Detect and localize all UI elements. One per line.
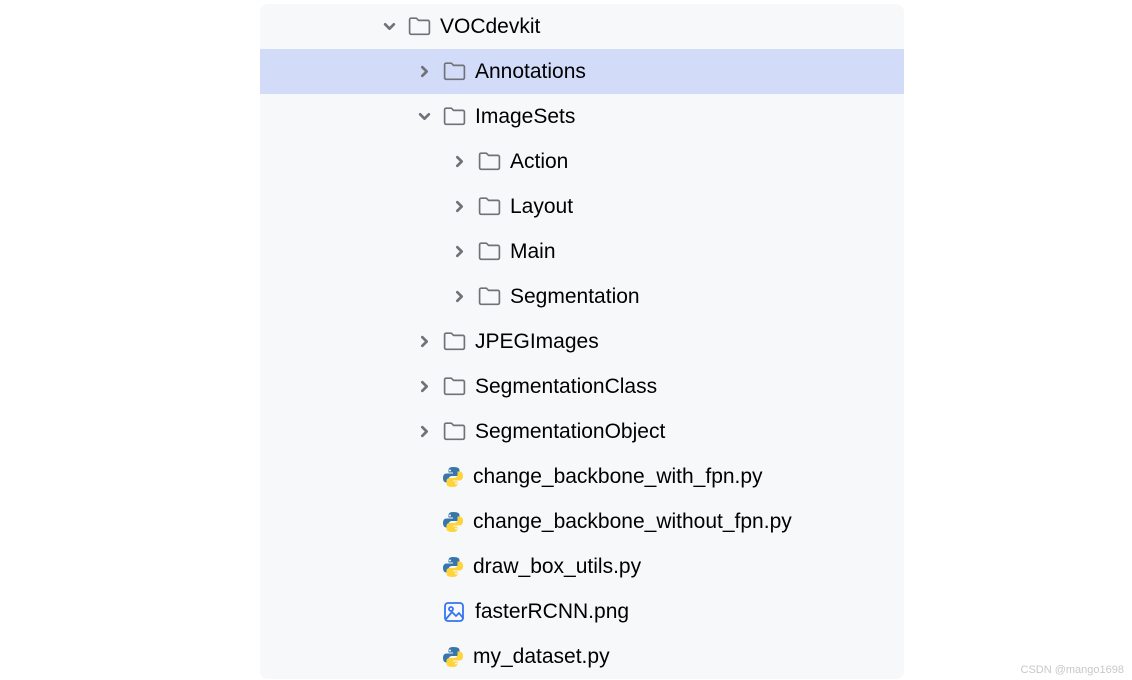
folder-icon (476, 194, 502, 220)
folder-icon (476, 284, 502, 310)
python-file-icon (441, 510, 465, 534)
watermark: CSDN @mango1698 (1021, 664, 1125, 676)
tree-row[interactable]: Annotations (260, 49, 904, 94)
tree-row[interactable]: Main (260, 229, 904, 274)
chevron-down-icon[interactable] (415, 108, 433, 126)
tree-row[interactable]: change_backbone_without_fpn.py (260, 499, 904, 544)
tree-row[interactable]: VOCdevkit (260, 4, 904, 49)
chevron-down-icon[interactable] (380, 18, 398, 36)
folder-icon (406, 14, 432, 40)
chevron-right-icon[interactable] (415, 378, 433, 396)
file-tree: VOCdevkit Annotations ImageSets Action Layou… (260, 4, 904, 679)
chevron-right-icon[interactable] (450, 153, 468, 171)
tree-item-label: Layout (510, 195, 573, 219)
folder-icon (441, 419, 467, 445)
python-file-icon (441, 645, 465, 669)
folder-icon (476, 239, 502, 265)
tree-item-label: VOCdevkit (440, 15, 540, 39)
tree-row[interactable]: Segmentation (260, 274, 904, 319)
folder-icon (441, 59, 467, 85)
folder-icon (441, 329, 467, 355)
tree-row[interactable]: Action (260, 139, 904, 184)
folder-icon (441, 104, 467, 130)
tree-item-label: Annotations (475, 60, 586, 84)
tree-item-label: fasterRCNN.png (475, 600, 629, 624)
tree-row[interactable]: my_dataset.py (260, 634, 904, 679)
image-file-icon (441, 599, 467, 625)
tree-item-label: SegmentationClass (475, 375, 657, 399)
tree-row[interactable]: SegmentationClass (260, 364, 904, 409)
chevron-right-icon[interactable] (450, 243, 468, 261)
chevron-right-icon[interactable] (415, 63, 433, 81)
tree-item-label: change_backbone_with_fpn.py (473, 465, 763, 489)
tree-row[interactable]: fasterRCNN.png (260, 589, 904, 634)
chevron-right-icon[interactable] (415, 333, 433, 351)
tree-row[interactable]: SegmentationObject (260, 409, 904, 454)
tree-item-label: SegmentationObject (475, 420, 665, 444)
tree-item-label: my_dataset.py (473, 645, 610, 669)
chevron-right-icon[interactable] (450, 198, 468, 216)
chevron-right-icon[interactable] (450, 288, 468, 306)
tree-item-label: Segmentation (510, 285, 640, 309)
tree-item-label: Main (510, 240, 556, 264)
tree-item-label: Action (510, 150, 568, 174)
tree-row[interactable]: JPEGImages (260, 319, 904, 364)
tree-item-label: ImageSets (475, 105, 575, 129)
tree-row[interactable]: ImageSets (260, 94, 904, 139)
tree-item-label: JPEGImages (475, 330, 599, 354)
python-file-icon (441, 555, 465, 579)
tree-item-label: change_backbone_without_fpn.py (473, 510, 792, 534)
tree-item-label: draw_box_utils.py (473, 555, 641, 579)
folder-icon (476, 149, 502, 175)
tree-row[interactable]: Layout (260, 184, 904, 229)
chevron-right-icon[interactable] (415, 423, 433, 441)
folder-icon (441, 374, 467, 400)
tree-row[interactable]: change_backbone_with_fpn.py (260, 454, 904, 499)
tree-row[interactable]: draw_box_utils.py (260, 544, 904, 589)
python-file-icon (441, 465, 465, 489)
